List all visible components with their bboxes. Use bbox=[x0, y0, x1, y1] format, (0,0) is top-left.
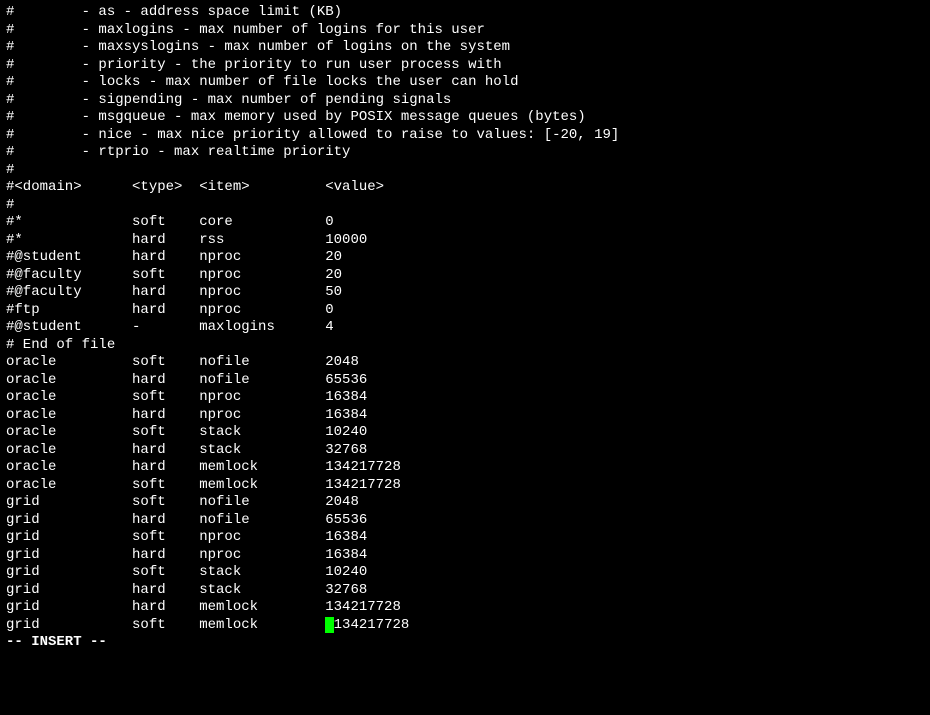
limits-row: grid soft nofile 2048 bbox=[6, 494, 924, 512]
comment-line: # - as - address space limit (KB) bbox=[6, 4, 924, 22]
limits-row: grid soft stack 10240 bbox=[6, 564, 924, 582]
example-row: #* hard rss 10000 bbox=[6, 232, 924, 250]
comment-line: # - priority - the priority to run user … bbox=[6, 57, 924, 75]
comment-line: # - nice - max nice priority allowed to … bbox=[6, 127, 924, 145]
limits-row: oracle soft nofile 2048 bbox=[6, 354, 924, 372]
limits-row: oracle hard nofile 65536 bbox=[6, 372, 924, 390]
example-row: #@faculty soft nproc 20 bbox=[6, 267, 924, 285]
limits-row: oracle soft stack 10240 bbox=[6, 424, 924, 442]
comment-line: # - msgqueue - max memory used by POSIX … bbox=[6, 109, 924, 127]
comment-line: # - locks - max number of file locks the… bbox=[6, 74, 924, 92]
comment-line: # - rtprio - max realtime priority bbox=[6, 144, 924, 162]
limits-row: oracle hard nproc 16384 bbox=[6, 407, 924, 425]
example-row: #* soft core 0 bbox=[6, 214, 924, 232]
comment-line: # bbox=[6, 197, 924, 215]
limits-row: oracle soft nproc 16384 bbox=[6, 389, 924, 407]
vim-mode-line: -- INSERT -- bbox=[6, 634, 924, 652]
example-row: #@faculty hard nproc 50 bbox=[6, 284, 924, 302]
limits-row: oracle soft memlock 134217728 bbox=[6, 477, 924, 495]
example-row: #@student - maxlogins 4 bbox=[6, 319, 924, 337]
example-row: #@student hard nproc 20 bbox=[6, 249, 924, 267]
limits-row: grid soft memlock 134217728 bbox=[6, 617, 924, 635]
comment-line: # bbox=[6, 162, 924, 180]
comment-line: #<domain> <type> <item> <value> bbox=[6, 179, 924, 197]
cursor bbox=[325, 617, 333, 632]
limits-row: grid hard nproc 16384 bbox=[6, 547, 924, 565]
comment-line: # - maxsyslogins - max number of logins … bbox=[6, 39, 924, 57]
end-of-file-comment: # End of file bbox=[6, 337, 924, 355]
limits-row: grid soft nproc 16384 bbox=[6, 529, 924, 547]
limits-row: grid hard memlock 134217728 bbox=[6, 599, 924, 617]
terminal-viewport[interactable]: # - as - address space limit (KB)# - max… bbox=[0, 0, 930, 656]
limits-row: grid hard stack 32768 bbox=[6, 582, 924, 600]
comment-line: # - maxlogins - max number of logins for… bbox=[6, 22, 924, 40]
comment-line: # - sigpending - max number of pending s… bbox=[6, 92, 924, 110]
limits-row: oracle hard stack 32768 bbox=[6, 442, 924, 460]
example-row: #ftp hard nproc 0 bbox=[6, 302, 924, 320]
limits-row: oracle hard memlock 134217728 bbox=[6, 459, 924, 477]
limits-row: grid hard nofile 65536 bbox=[6, 512, 924, 530]
